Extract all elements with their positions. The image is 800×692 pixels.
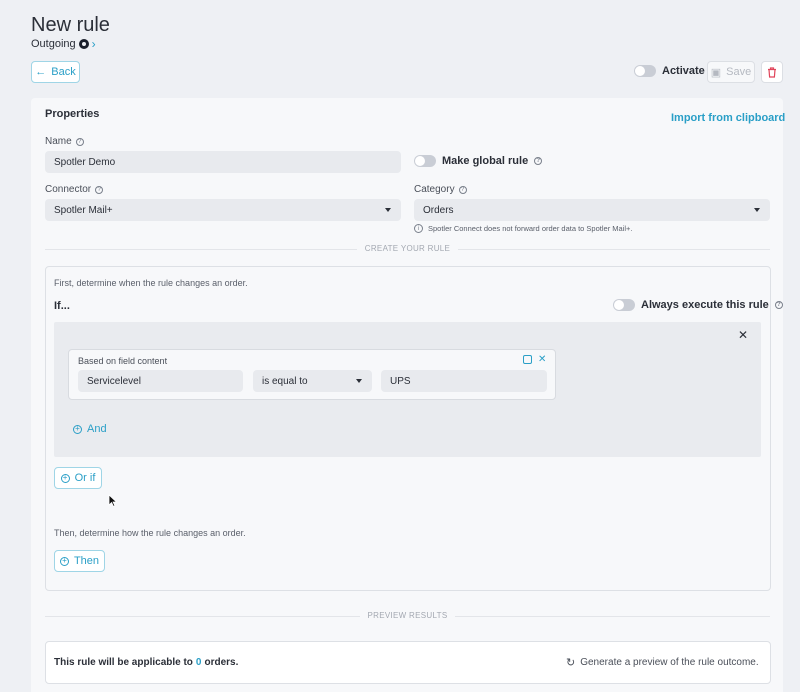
create-rule-divider-label: CREATE YOUR RULE bbox=[356, 244, 459, 253]
help-icon[interactable]: ? bbox=[458, 185, 467, 194]
connector-select[interactable]: Spotler Mail+ bbox=[45, 199, 401, 221]
help-icon[interactable]: ? bbox=[75, 137, 84, 146]
breadcrumb: Outgoing › bbox=[31, 37, 96, 51]
info-icon: i bbox=[414, 224, 423, 233]
value-input[interactable]: UPS bbox=[381, 370, 547, 392]
global-rule-toggle[interactable]: Make global rule ? bbox=[414, 155, 543, 167]
back-button-label: Back bbox=[51, 66, 76, 78]
field-select[interactable]: Servicelevel bbox=[78, 370, 243, 392]
then-button[interactable]: + Then bbox=[54, 550, 105, 572]
category-select[interactable]: Orders bbox=[414, 199, 770, 221]
connector-label-row: Connector ? bbox=[45, 184, 104, 195]
operator-value: is equal to bbox=[262, 375, 308, 387]
always-execute-label: Always execute this rule bbox=[641, 299, 769, 311]
operator-select[interactable]: is equal to bbox=[253, 370, 372, 392]
connector-label: Connector bbox=[45, 184, 92, 195]
properties-heading: Properties bbox=[45, 108, 100, 120]
chevron-right-icon[interactable]: › bbox=[92, 37, 96, 51]
caret-down-icon bbox=[385, 208, 391, 212]
preview-divider-label: PREVIEW RESULTS bbox=[359, 611, 456, 620]
save-button-label: Save bbox=[726, 66, 752, 78]
or-if-button[interactable]: + Or if bbox=[54, 467, 102, 489]
and-button[interactable]: + And bbox=[73, 423, 107, 435]
category-label: Category bbox=[414, 184, 455, 195]
name-label: Name bbox=[45, 136, 72, 147]
save-button[interactable]: ▣ Save bbox=[707, 61, 755, 83]
copy-icon[interactable] bbox=[523, 355, 532, 364]
close-condition-icon[interactable]: ✕ bbox=[538, 354, 546, 365]
connector-value: Spotler Mail+ bbox=[54, 204, 113, 216]
and-label: And bbox=[87, 423, 107, 435]
import-from-clipboard-link[interactable]: Import from clipboard bbox=[671, 112, 785, 124]
activate-toggle[interactable]: Activate bbox=[634, 65, 705, 77]
plus-circle-icon: + bbox=[59, 556, 69, 566]
name-label-row: Name ? bbox=[45, 136, 84, 147]
then-label: Then bbox=[73, 555, 100, 567]
back-button[interactable]: ← Back bbox=[31, 61, 80, 83]
applicable-suffix: orders. bbox=[204, 657, 239, 668]
help-icon[interactable]: ? bbox=[534, 157, 543, 165]
category-value: Orders bbox=[423, 204, 454, 216]
trash-icon bbox=[768, 66, 776, 78]
caret-down-icon bbox=[754, 208, 760, 212]
caret-down-icon bbox=[356, 379, 362, 383]
category-info-text: Spotler Connect does not forward order d… bbox=[428, 224, 633, 233]
close-icon[interactable]: ✕ bbox=[738, 328, 748, 342]
help-icon[interactable]: ? bbox=[774, 301, 783, 309]
applicable-prefix: This rule will be applicable to bbox=[54, 657, 193, 668]
arrow-left-icon: ← bbox=[35, 66, 47, 78]
then-intro: Then, determine how the rule changes an … bbox=[54, 528, 246, 538]
activate-switch[interactable] bbox=[634, 65, 656, 77]
category-info: i Spotler Connect does not forward order… bbox=[414, 224, 633, 233]
breadcrumb-label: Outgoing bbox=[31, 38, 76, 50]
preview-divider: PREVIEW RESULTS bbox=[45, 611, 770, 620]
mouse-cursor-icon bbox=[108, 494, 118, 507]
always-execute-switch[interactable] bbox=[613, 299, 635, 311]
global-rule-switch[interactable] bbox=[414, 155, 436, 167]
name-input[interactable]: Spotler Demo bbox=[45, 151, 401, 173]
rule-intro: First, determine when the rule changes a… bbox=[54, 278, 248, 288]
always-execute-toggle[interactable]: Always execute this rule ? bbox=[613, 299, 783, 311]
if-label: If... bbox=[54, 300, 70, 312]
refresh-icon: ↻ bbox=[566, 657, 576, 669]
plus-circle-icon: + bbox=[60, 473, 70, 483]
or-if-label: Or if bbox=[74, 472, 96, 484]
plus-circle-icon: + bbox=[73, 424, 82, 434]
generate-preview-button[interactable]: ↻ Generate a preview of the rule outcome… bbox=[566, 656, 759, 669]
applicable-count: 0 bbox=[195, 657, 202, 668]
activate-label: Activate bbox=[662, 65, 705, 77]
save-icon: ▣ bbox=[710, 66, 722, 79]
global-rule-label: Make global rule bbox=[442, 155, 529, 167]
help-icon[interactable]: ? bbox=[95, 185, 104, 194]
applicable-text: This rule will be applicable to 0 orders… bbox=[54, 657, 238, 668]
delete-button[interactable] bbox=[761, 61, 783, 83]
condition-title: Based on field content bbox=[78, 356, 168, 366]
page-title: New rule bbox=[31, 14, 110, 36]
category-label-row: Category ? bbox=[414, 184, 467, 195]
create-rule-divider: CREATE YOUR RULE bbox=[45, 244, 770, 253]
connector-logo-icon bbox=[78, 39, 89, 49]
generate-preview-label: Generate a preview of the rule outcome. bbox=[580, 657, 759, 668]
